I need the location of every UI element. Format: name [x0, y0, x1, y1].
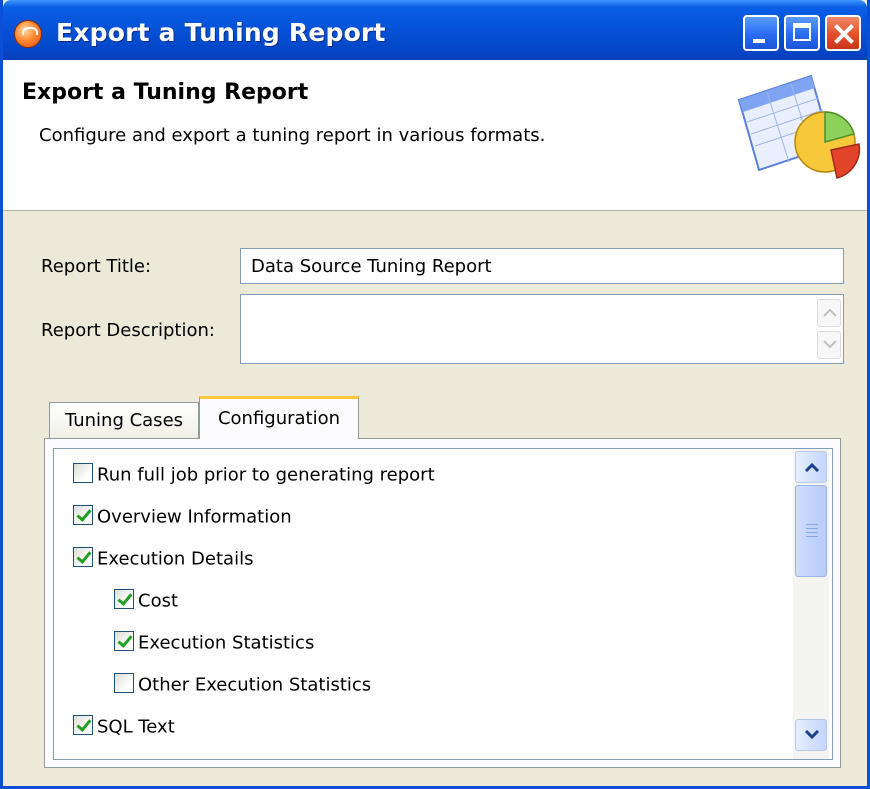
option-label: Other Execution Statistics: [138, 674, 372, 696]
scrollbar-thumb[interactable]: [795, 485, 827, 577]
report-chart-icon: [737, 74, 861, 179]
dialog-header: Export a Tuning Report Configure and exp…: [3, 60, 867, 211]
option-cost[interactable]: Cost: [114, 589, 179, 616]
minimize-button[interactable]: [743, 15, 779, 51]
option-label: Execution Statistics: [138, 632, 315, 654]
export-report-window: Export a Tuning Report Export a Tuning R…: [0, 0, 870, 789]
tab-tuning-cases[interactable]: Tuning Cases: [49, 402, 199, 438]
option-label: SQL Text: [97, 716, 175, 738]
report-title-input[interactable]: [240, 248, 844, 284]
report-description-field[interactable]: [240, 294, 844, 364]
chevron-down-icon: [823, 340, 837, 349]
grip-line: [806, 528, 818, 529]
app-icon: [14, 20, 42, 48]
option-label: Run full job prior to generating report: [97, 464, 435, 486]
scroll-up-button[interactable]: [795, 451, 827, 483]
checkbox[interactable]: [114, 631, 134, 651]
grip-line: [806, 532, 818, 533]
option-run-full-job[interactable]: Run full job prior to generating report: [73, 463, 435, 490]
report-description-label: Report Description:: [41, 320, 215, 341]
scroll-down-button[interactable]: [795, 719, 827, 751]
title-bar[interactable]: Export a Tuning Report: [3, 0, 867, 60]
grip-line: [806, 536, 818, 537]
chevron-up-icon: [823, 308, 837, 317]
options-scrollbar[interactable]: [793, 449, 829, 759]
scroll-up-arrow[interactable]: [817, 299, 841, 327]
option-label: Overview Information: [97, 506, 292, 528]
description-scrollbar[interactable]: [813, 295, 843, 363]
checkbox[interactable]: [73, 463, 93, 483]
chevron-down-icon: [804, 730, 820, 740]
option-sql-text[interactable]: SQL Text: [73, 715, 175, 742]
checkbox[interactable]: [73, 715, 93, 735]
header-subtitle: Configure and export a tuning report in …: [39, 125, 546, 146]
chevron-up-icon: [804, 462, 820, 472]
maximize-button[interactable]: [784, 15, 820, 51]
checkbox[interactable]: [114, 673, 134, 693]
window-title: Export a Tuning Report: [56, 18, 386, 47]
header-title: Export a Tuning Report: [22, 80, 309, 105]
checkbox[interactable]: [73, 547, 93, 567]
close-button[interactable]: [825, 15, 861, 51]
option-label: Cost: [138, 590, 179, 612]
scroll-down-arrow[interactable]: [817, 331, 841, 359]
grip-line: [806, 524, 818, 525]
option-label: Execution Details: [97, 548, 254, 570]
option-execution-details[interactable]: Execution Details: [73, 547, 254, 574]
checkbox[interactable]: [73, 505, 93, 525]
checkbox[interactable]: [114, 589, 134, 609]
option-overview-information[interactable]: Overview Information: [73, 505, 292, 532]
tab-configuration[interactable]: Configuration: [199, 396, 359, 439]
report-title-label: Report Title:: [41, 256, 152, 277]
option-execution-statistics[interactable]: Execution Statistics: [114, 631, 315, 658]
option-other-execution-statistics[interactable]: Other Execution Statistics: [114, 673, 372, 700]
